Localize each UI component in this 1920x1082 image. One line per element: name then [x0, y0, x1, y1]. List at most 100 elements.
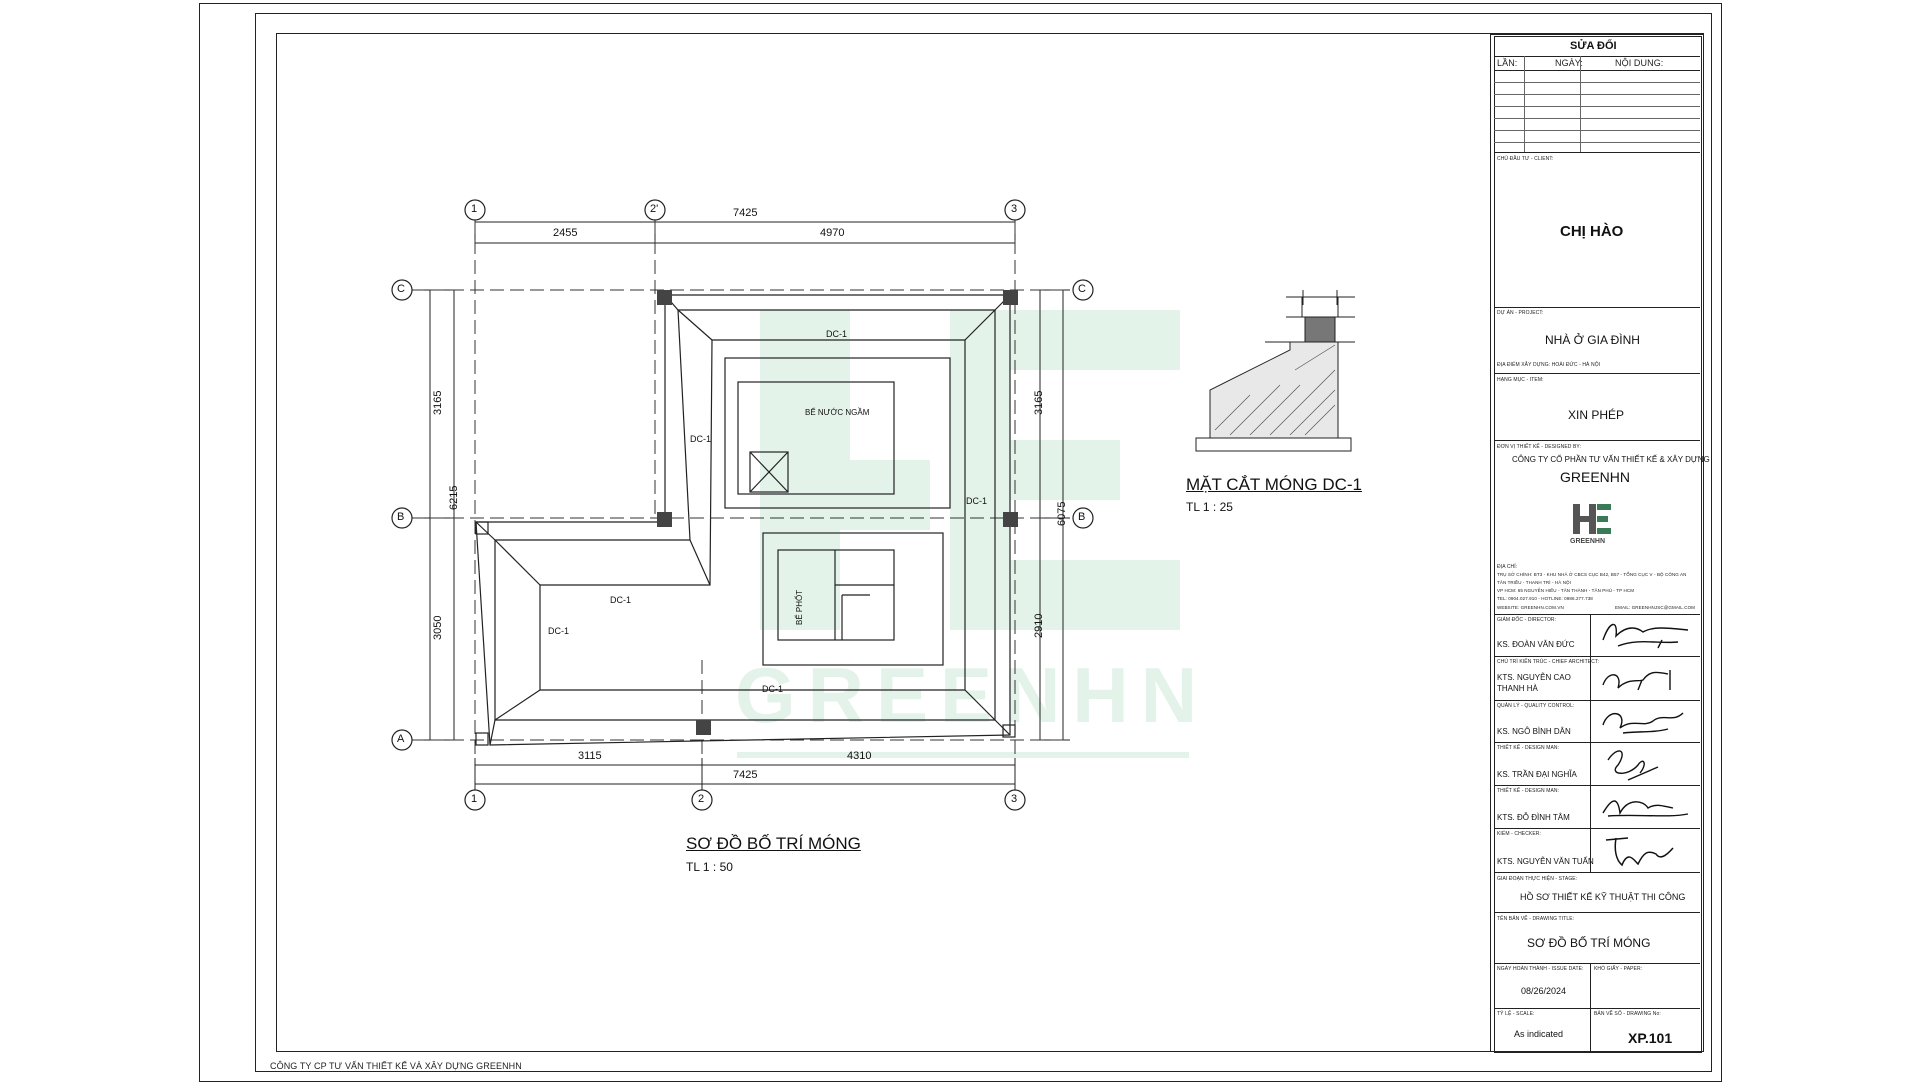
stage-name: HỒ SƠ THIẾT KẾ KỸ THUẬT THI CÔNG — [1520, 892, 1686, 902]
drawing-name: SƠ ĐỒ BỐ TRÍ MÓNG — [1527, 936, 1651, 950]
designer-email: EMAIL: GREENHNJSC@GMAIL.COM — [1615, 605, 1696, 610]
dim-bottom-a: 3115 — [578, 750, 602, 762]
signature-column-divider — [1590, 614, 1591, 872]
dim-left-a: 3165 — [432, 390, 444, 415]
designer-website: WEBSITE: GREENHN.COM.VN — [1497, 605, 1564, 610]
section-divider — [1494, 440, 1700, 441]
grid-label-col-3-bottom: 3 — [1011, 793, 1018, 805]
grid-label-col-1-top: 1 — [471, 203, 478, 215]
grid-label-col-3-top: 3 — [1011, 203, 1018, 215]
rev-col-ngay: NGÀY: — [1555, 58, 1584, 68]
designer-company: CÔNG TY CỔ PHẦN TƯ VẤN THIẾT KẾ & XÂY DỰ… — [1512, 455, 1710, 464]
signer-role: GIÁM ĐỐC - DIRECTOR: — [1497, 617, 1557, 623]
dim-left-b: 3050 — [432, 615, 444, 640]
dim-top-b: 4970 — [820, 227, 845, 239]
scale-label: TỶ LỆ - SCALE: — [1497, 1011, 1535, 1017]
septic-label: BỂ PHỐT — [795, 589, 804, 625]
stage-label: GIAI ĐOẠN THỰC HIỆN - STAGE: — [1497, 876, 1578, 882]
issue-date-label: NGÀY HOÀN THÀNH - ISSUE DATE: — [1497, 966, 1584, 972]
issue-date-value: 08/26/2024 — [1521, 986, 1567, 996]
signer-role: QUẢN LÝ - QUALITY CONTROL: — [1497, 703, 1575, 709]
grid-label-row-b-right: B — [1078, 511, 1086, 523]
signature-designer-2 — [1602, 800, 1689, 817]
section-divider — [1494, 1008, 1700, 1009]
plan-title: SƠ ĐỒ BỐ TRÍ MÓNG — [686, 834, 861, 853]
dim-top-a: 2455 — [553, 227, 578, 239]
dim-top-total: 7425 — [733, 207, 758, 219]
grid-label-row-b-left: B — [397, 511, 405, 523]
foundation-label-dc1-left: DC-1 — [690, 434, 712, 444]
category-label: HẠNG MỤC - ITEM: — [1497, 377, 1544, 383]
signer-name: KS. TRẦN ĐẠI NGHĨA — [1497, 770, 1577, 779]
address-line-1: TRỤ SỞ CHÍNH: BT3 - KHU NHÀ Ở CBCS CỤC B… — [1497, 572, 1687, 577]
address-line-3: VP HCM: 65 NGUYỄN HIẾU - TÂN THÀNH - TÂN… — [1497, 588, 1635, 593]
drawing-label: TÊN BẢN VẼ - DRAWING TITLE: — [1497, 916, 1575, 922]
section-divider — [1494, 614, 1700, 615]
signer-role: THIẾT KẾ - DESIGN MAN: — [1497, 745, 1560, 751]
foundation-label-dc1-top: DC-1 — [826, 329, 848, 339]
grid-label-row-a-left: A — [397, 733, 405, 745]
rev-col-divider — [1580, 56, 1581, 152]
client-label: CHỦ ĐẦU TƯ - CLIENT: — [1497, 156, 1554, 162]
signer-name: KTS. ĐỖ ĐÌNH TÂM — [1497, 813, 1570, 822]
foundation-label-dc1-right: DC-1 — [966, 496, 988, 506]
section-divider — [1494, 700, 1700, 701]
signer-name: KS. NGÔ BÌNH DÂN — [1497, 727, 1571, 736]
foundation-label-dc1-mid: DC-1 — [610, 595, 632, 605]
signature-quality-control — [1602, 712, 1684, 734]
section-divider — [1494, 828, 1700, 829]
signer-name: KS. ĐOÀN VĂN ĐỨC — [1497, 640, 1575, 649]
signer-name: KTS. NGUYỄN CAO THANH HÀ — [1497, 673, 1571, 693]
section-divider — [1494, 872, 1700, 873]
scale-value: As indicated — [1514, 1029, 1564, 1039]
address-label: ĐỊA CHỈ: — [1497, 564, 1518, 570]
signer-role: KIỂM - CHECKER: — [1497, 831, 1542, 837]
foundation-label-dc1-west: DC-1 — [548, 626, 570, 636]
dim-right-a: 3165 — [1033, 390, 1045, 415]
rev-col-lan: LẦN: — [1497, 58, 1518, 68]
foundation-label-dc1-bottom: DC-1 — [762, 684, 784, 694]
section-divider — [1494, 912, 1700, 913]
plan-scale: TL 1 : 50 — [686, 860, 733, 874]
signer-name: KTS. NGUYỄN VĂN TUẤN — [1497, 857, 1594, 866]
category-name: XIN PHÉP — [1568, 408, 1625, 422]
section-divider — [1494, 742, 1700, 743]
dim-right-b: 2910 — [1033, 613, 1045, 638]
signature-designer-1 — [1607, 750, 1659, 781]
designer-brand: GREENHN — [1560, 469, 1631, 485]
designer-label: ĐƠN VỊ THIẾT KẾ - DESIGNED BY: — [1497, 444, 1582, 450]
signer-role: CHỦ TRÌ KIẾN TRÚC - CHIEF ARCHITECT: — [1497, 659, 1600, 665]
section-divider — [1494, 152, 1700, 153]
section-divider — [1494, 307, 1700, 308]
section-divider — [1494, 785, 1700, 786]
grid-label-col-1-bottom: 1 — [471, 793, 478, 805]
grid-label-col-2-bottom: 2 — [698, 793, 705, 805]
dim-bottom-total: 7425 — [733, 769, 758, 781]
drawing-number-value: XP.101 — [1628, 1030, 1673, 1046]
section-title: MẶT CẮT MÓNG DC-1 — [1186, 475, 1362, 494]
grid-label-row-c-right: C — [1078, 283, 1086, 295]
drawing-number-label: BẢN VẼ SỐ - DRAWING No: — [1594, 1011, 1661, 1017]
rev-col-divider — [1524, 56, 1525, 152]
grid-label-row-c-left: C — [397, 283, 405, 295]
dim-right-total: 6075 — [1056, 501, 1068, 526]
paper-label: KHỔ GIẤY - PAPER: — [1594, 966, 1643, 972]
section-divider — [1494, 656, 1700, 657]
foundation-plan-drawing — [391, 199, 1355, 811]
signature-checker — [1605, 837, 1674, 867]
project-name: NHÀ Ở GIA ĐÌNH — [1545, 333, 1640, 347]
signature-chief-architect — [1602, 670, 1671, 691]
address-line-2: TÂN TRIỀU - THANH TRÌ - HÀ NỘI — [1497, 580, 1572, 585]
section-scale: TL 1 : 25 — [1186, 500, 1233, 514]
grid-label-col-2prime: 2' — [650, 203, 659, 215]
dates-col-divider — [1590, 963, 1591, 1051]
signer-role: THIẾT KẾ - DESIGN MAN: — [1497, 788, 1560, 794]
section-divider — [1494, 963, 1700, 964]
tank-label: BỂ NƯỚC NGẦM — [805, 408, 870, 417]
address-line-4: TEL: 0904.027.910 - HOTLINE: 0986.277.73… — [1497, 596, 1593, 601]
revisions-title: SỬA ĐỔI — [1570, 40, 1617, 52]
project-label: DỰ ÁN - PROJECT: — [1497, 310, 1544, 316]
rev-col-noidung: NỘI DUNG: — [1615, 58, 1664, 68]
dim-bottom-b: 4310 — [847, 750, 872, 762]
dim-left-total: 6215 — [448, 485, 460, 510]
